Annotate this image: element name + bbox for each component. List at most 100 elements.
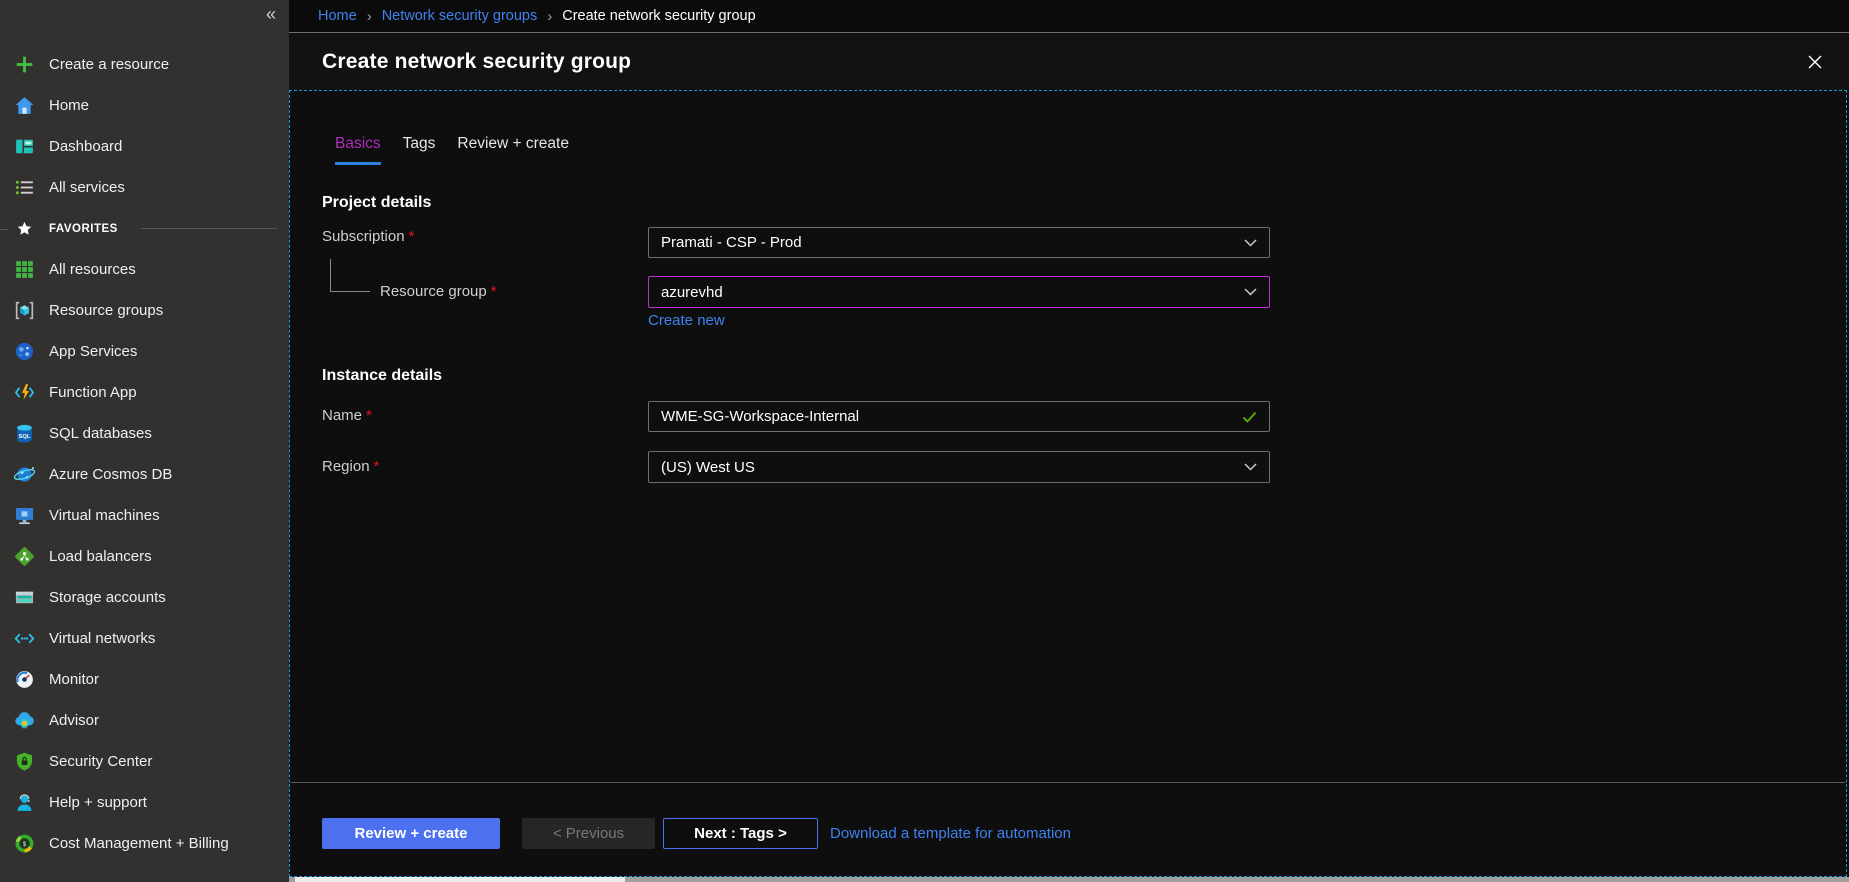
breadcrumb-separator-icon: › xyxy=(547,8,552,25)
sidebar-item-label: Monitor xyxy=(49,671,99,688)
create-resource-icon xyxy=(13,53,36,76)
sidebar-item-home[interactable]: Home xyxy=(0,85,289,126)
subscription-label: Subscription* xyxy=(322,221,414,252)
all-resources-icon xyxy=(13,258,36,281)
monitor-icon xyxy=(13,668,36,691)
sidebar-item-help-support[interactable]: Help + support xyxy=(0,782,289,823)
required-asterisk: * xyxy=(409,228,415,245)
tab-tags[interactable]: Tags xyxy=(403,135,436,165)
svg-text:$: $ xyxy=(23,841,27,848)
resource-groups-icon xyxy=(13,299,36,322)
breadcrumb-home[interactable]: Home xyxy=(318,8,357,24)
breadcrumb-current-page: Create network security group xyxy=(562,8,755,24)
resource-group-connector-line xyxy=(330,291,370,292)
region-label-text: Region xyxy=(322,458,370,475)
chevron-down-icon xyxy=(1244,463,1257,471)
breadcrumb-network-security-groups[interactable]: Network security groups xyxy=(382,8,538,24)
function-app-icon xyxy=(13,381,36,404)
svg-text:SQL: SQL xyxy=(18,434,30,440)
sidebar-item-all-resources[interactable]: All resources xyxy=(0,249,289,290)
main-area: Home › Network security groups › Create … xyxy=(289,0,1849,882)
sidebar-item-label: Help + support xyxy=(49,794,147,811)
tab-bar: Basics Tags Review + create xyxy=(335,135,569,165)
all-services-icon xyxy=(13,176,36,199)
sidebar-item-label: App Services xyxy=(49,343,137,360)
create-new-link[interactable]: Create new xyxy=(648,312,725,329)
instance-details-heading: Instance details xyxy=(322,367,442,385)
resource-group-label: Resource group* xyxy=(380,276,497,308)
page-title: Create network security group xyxy=(322,50,631,74)
sidebar-item-label: Home xyxy=(49,97,89,114)
title-bar: Create network security group xyxy=(289,34,1849,90)
sidebar-item-dashboard[interactable]: Dashboard xyxy=(0,126,289,167)
sidebar-item-create-a-resource[interactable]: Create a resource xyxy=(0,44,289,85)
sidebar-item-security-center[interactable]: Security Center xyxy=(0,741,289,782)
sidebar-item-label: All services xyxy=(49,179,125,196)
sidebar-item-storage-accounts[interactable]: Storage accounts xyxy=(0,577,289,618)
sidebar-item-function-app[interactable]: Function App xyxy=(0,372,289,413)
close-button[interactable] xyxy=(1803,50,1827,74)
resource-group-dropdown[interactable]: azurevhd xyxy=(648,276,1270,308)
sidebar-item-label: Dashboard xyxy=(49,138,122,155)
sidebar-item-virtual-networks[interactable]: Virtual networks xyxy=(0,618,289,659)
required-asterisk: * xyxy=(374,458,380,475)
help-support-icon xyxy=(13,791,36,814)
breadcrumb: Home › Network security groups › Create … xyxy=(289,0,1849,33)
virtual-machines-icon xyxy=(13,504,36,527)
previous-button[interactable]: < Previous xyxy=(522,818,655,849)
azure-portal-window: « Create a resource Home Dashboard All serv… xyxy=(0,0,1849,882)
sidebar-item-monitor[interactable]: Monitor xyxy=(0,659,289,700)
sidebar-collapse-button[interactable]: « xyxy=(266,3,276,25)
sidebar: « Create a resource Home Dashboard All serv… xyxy=(0,0,289,882)
sidebar-item-sql-databases[interactable]: SQL SQL databases xyxy=(0,413,289,454)
sidebar-item-resource-groups[interactable]: Resource groups xyxy=(0,290,289,331)
sidebar-item-all-services[interactable]: All services xyxy=(0,167,289,208)
name-label-text: Name xyxy=(322,407,362,424)
sidebar-nav: Create a resource Home Dashboard All servic… xyxy=(0,44,289,864)
horizontal-scrollbar[interactable] xyxy=(289,877,1849,882)
sidebar-item-label: Security Center xyxy=(49,753,152,770)
sidebar-item-virtual-machines[interactable]: Virtual machines xyxy=(0,495,289,536)
subscription-dropdown[interactable]: Pramati - CSP - Prod xyxy=(648,227,1270,258)
cost-management-icon: $ xyxy=(13,832,36,855)
download-template-link[interactable]: Download a template for automation xyxy=(830,818,1071,849)
resource-group-label-text: Resource group xyxy=(380,283,487,300)
name-label: Name* xyxy=(322,400,372,431)
sidebar-item-label: Virtual machines xyxy=(49,507,160,524)
sidebar-item-label: SQL databases xyxy=(49,425,152,442)
chevron-down-icon xyxy=(1244,239,1257,247)
next-tags-button[interactable]: Next : Tags > xyxy=(663,818,818,849)
sidebar-item-label: Resource groups xyxy=(49,302,163,319)
tab-basics[interactable]: Basics xyxy=(335,135,381,165)
virtual-networks-icon xyxy=(13,627,36,650)
sidebar-item-label: Storage accounts xyxy=(49,589,166,606)
sidebar-item-cost-management-billing[interactable]: $Cost Management + Billing xyxy=(0,823,289,864)
region-dropdown[interactable]: (US) West US xyxy=(648,451,1270,483)
valid-check-icon xyxy=(1242,411,1257,423)
app-services-icon xyxy=(13,340,36,363)
sidebar-item-label: All resources xyxy=(49,261,136,278)
breadcrumb-separator-icon: › xyxy=(367,8,372,25)
required-asterisk: * xyxy=(491,283,497,300)
sidebar-item-label: Function App xyxy=(49,384,137,401)
sidebar-item-label: Virtual networks xyxy=(49,630,155,647)
project-details-heading: Project details xyxy=(322,194,431,212)
sidebar-item-label: Create a resource xyxy=(49,56,169,73)
resource-group-connector-line xyxy=(330,259,331,292)
close-icon xyxy=(1807,54,1823,70)
sidebar-item-load-balancers[interactable]: Load balancers xyxy=(0,536,289,577)
name-input[interactable]: WME-SG-Workspace-Internal xyxy=(648,401,1270,432)
sidebar-item-app-services[interactable]: App Services xyxy=(0,331,289,372)
sidebar-item-advisor[interactable]: Advisor xyxy=(0,700,289,741)
sidebar-item-label: FAVORITES xyxy=(49,223,118,235)
sidebar-item-azure-cosmos-db[interactable]: Azure Cosmos DB xyxy=(0,454,289,495)
advisor-icon xyxy=(13,709,36,732)
chevron-down-icon xyxy=(1244,288,1257,296)
sidebar-item-label: Azure Cosmos DB xyxy=(49,466,172,483)
subscription-label-text: Subscription xyxy=(322,228,405,245)
subscription-value: Pramati - CSP - Prod xyxy=(661,234,802,251)
review-create-button[interactable]: Review + create xyxy=(322,818,500,849)
footer-divider xyxy=(290,782,1846,783)
horizontal-scrollbar-thumb[interactable] xyxy=(295,877,625,882)
tab-review-create[interactable]: Review + create xyxy=(457,135,569,165)
